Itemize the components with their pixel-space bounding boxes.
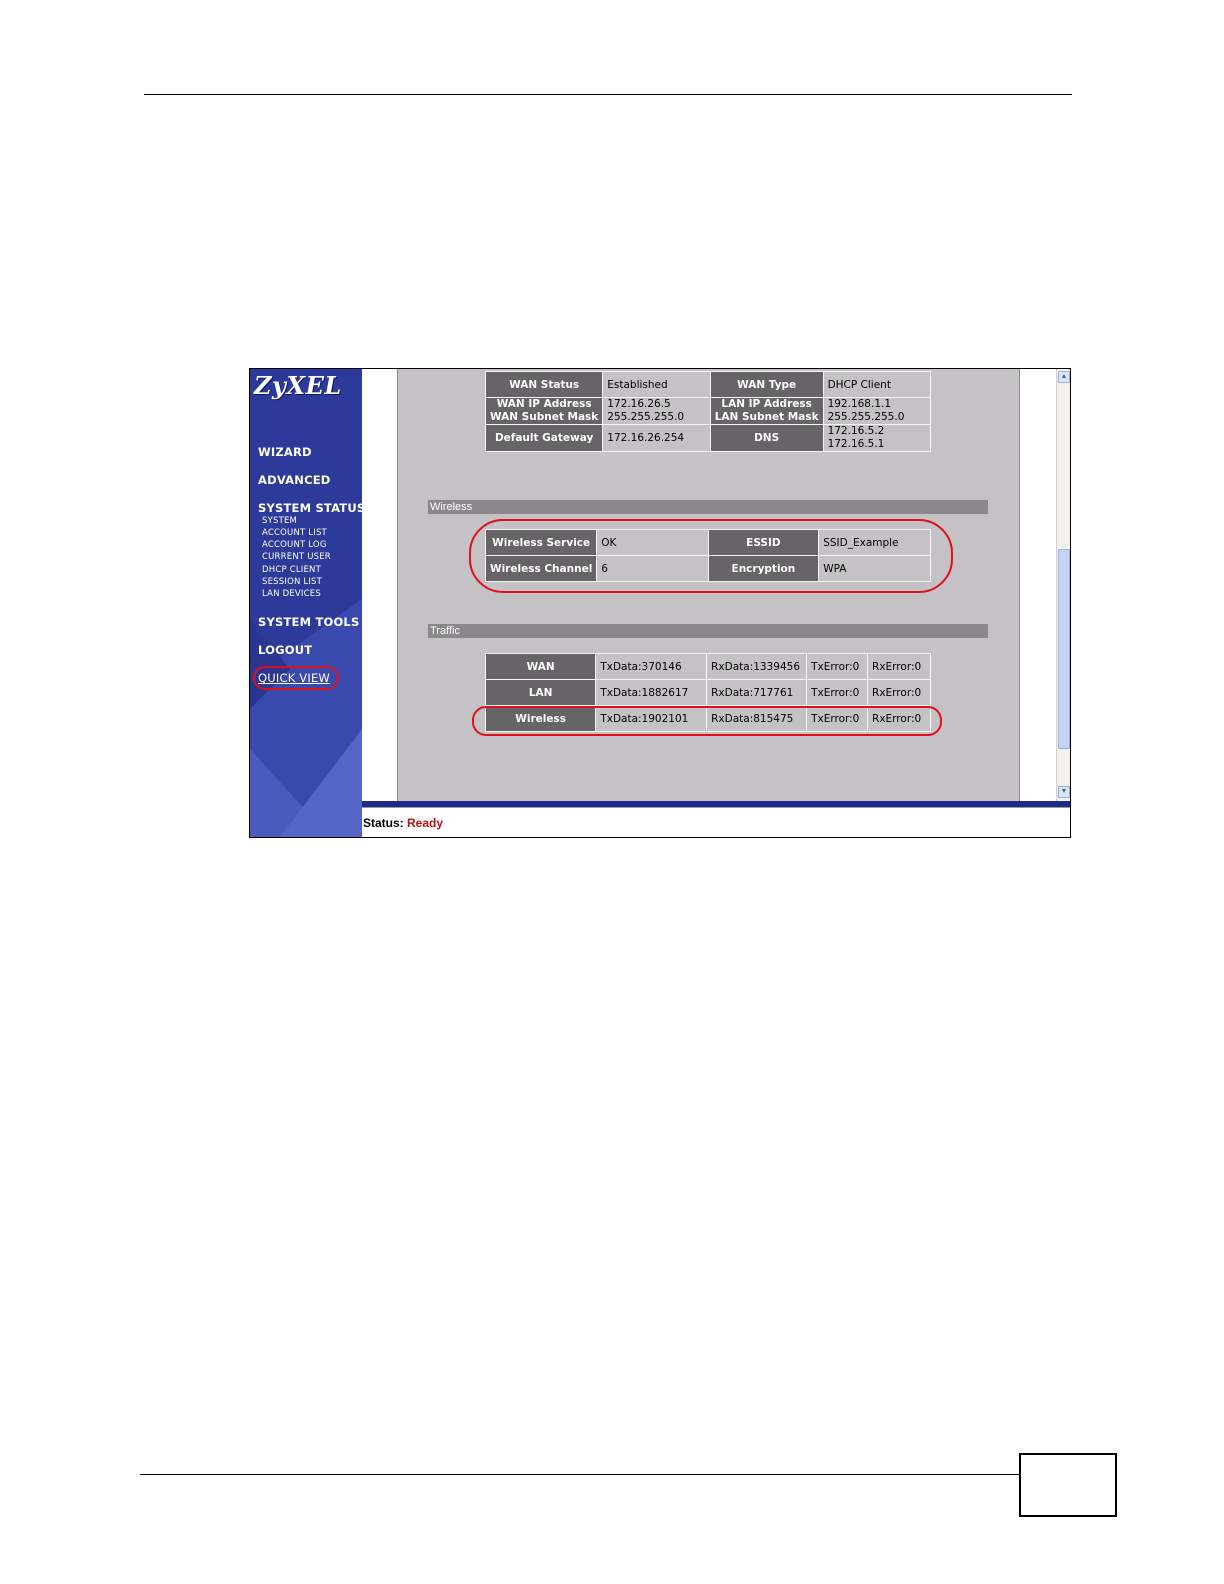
wan-ip-mask-values: 172.16.26.5 255.255.255.0 <box>602 397 711 425</box>
quick-view-highlight <box>253 666 339 690</box>
wan-ip-mask-labels: WAN IP Address WAN Subnet Mask <box>484 397 604 425</box>
nav-logout[interactable]: LOGOUT <box>258 643 312 657</box>
dns-value-2: 172.16.5.1 <box>827 438 885 450</box>
nav-sub-system[interactable]: SYSTEM <box>262 516 297 526</box>
wireless-traffic-highlight <box>472 706 942 736</box>
traffic-rx: RxData:1339456 <box>706 653 808 680</box>
status-value: Ready <box>407 816 444 830</box>
gateway-label: Default Gateway <box>484 424 604 452</box>
nav-sub-dhcp-client[interactable]: DHCP CLIENT <box>262 565 321 575</box>
traffic-row-name: LAN <box>484 679 597 706</box>
nav-sub-lan-devices[interactable]: LAN DEVICES <box>262 589 321 599</box>
nav-wizard[interactable]: WIZARD <box>258 445 312 459</box>
traffic-row-name: WAN <box>484 653 597 680</box>
wan-info-table: WAN Status Established WAN Type DHCP Cli… <box>484 371 932 452</box>
status-line: Status: Ready <box>363 816 443 830</box>
traffic-row-wan: WAN TxData:370146 RxData:1339456 TxError… <box>484 653 931 680</box>
header-rule <box>144 94 1072 95</box>
status-bar: Status: Ready <box>362 807 1070 837</box>
page-number-box <box>1019 1453 1117 1517</box>
status-label: Status: <box>363 816 404 830</box>
lan-ip-value: 192.168.1.1 <box>827 398 892 410</box>
traffic-tx: TxData:370146 <box>595 653 708 680</box>
dns-values: 172.16.5.2 172.16.5.1 <box>822 424 932 452</box>
traffic-row-lan: LAN TxData:1882617 RxData:717761 TxError… <box>484 679 931 706</box>
router-screenshot: ZyXEL WIZARD ADVANCED SYSTEM STATUS SYST… <box>249 368 1071 838</box>
lan-ip-label: LAN IP Address <box>721 398 812 410</box>
traffic-rx: RxData:717761 <box>706 679 808 706</box>
lan-ip-mask-labels: LAN IP Address LAN Subnet Mask <box>709 397 824 425</box>
traffic-txerr: TxError:0 <box>806 653 869 680</box>
traffic-txerr: TxError:0 <box>806 679 869 706</box>
wan-mask-label: WAN Subnet Mask <box>490 411 599 423</box>
vertical-scrollbar[interactable]: ▲ ▼ <box>1056 369 1070 801</box>
nav-sub-account-log[interactable]: ACCOUNT LOG <box>262 540 327 550</box>
nav-system-tools[interactable]: SYSTEM TOOLS <box>258 615 359 629</box>
dns-value-1: 172.16.5.2 <box>827 425 885 437</box>
traffic-tx: TxData:1882617 <box>595 679 708 706</box>
scroll-thumb[interactable] <box>1058 549 1070 749</box>
wan-ip-value: 172.16.26.5 <box>607 398 671 410</box>
wireless-table-highlight <box>469 519 953 593</box>
scroll-up-icon[interactable]: ▲ <box>1058 371 1070 383</box>
wan-mask-value: 255.255.255.0 <box>607 411 685 423</box>
sidebar-background-art <box>250 599 362 837</box>
zyxel-logo: ZyXEL <box>254 371 342 400</box>
sidebar: ZyXEL WIZARD ADVANCED SYSTEM STATUS SYST… <box>250 369 362 837</box>
wireless-section-header: Wireless <box>428 500 988 514</box>
gateway-value: 172.16.26.254 <box>602 424 711 452</box>
traffic-rxerr: RxError:0 <box>867 653 931 680</box>
wan-status-label: WAN Status <box>484 371 604 398</box>
wan-type-value: DHCP Client <box>822 371 932 398</box>
nav-advanced[interactable]: ADVANCED <box>258 473 331 487</box>
wan-ip-label: WAN IP Address <box>496 398 592 410</box>
traffic-section-header: Traffic <box>428 624 988 638</box>
scroll-down-icon[interactable]: ▼ <box>1058 786 1070 798</box>
nav-sub-current-user[interactable]: CURRENT USER <box>262 552 331 562</box>
footer-rule <box>140 1474 1020 1475</box>
nav-sub-account-list[interactable]: ACCOUNT LIST <box>262 528 327 538</box>
traffic-rxerr: RxError:0 <box>867 679 931 706</box>
lan-mask-label: LAN Subnet Mask <box>714 411 819 423</box>
dns-label: DNS <box>709 424 824 452</box>
wan-status-value: Established <box>602 371 711 398</box>
wan-type-label: WAN Type <box>709 371 824 398</box>
nav-system-status[interactable]: SYSTEM STATUS <box>258 501 362 515</box>
lan-mask-value: 255.255.255.0 <box>827 411 905 423</box>
nav-sub-session-list[interactable]: SESSION LIST <box>262 577 322 587</box>
lan-ip-mask-values: 192.168.1.1 255.255.255.0 <box>822 397 932 425</box>
